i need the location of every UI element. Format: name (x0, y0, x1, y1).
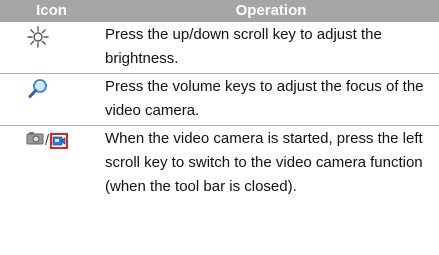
video-camera-icon (50, 132, 69, 149)
operation-text: When the video camera is started, press … (105, 130, 423, 195)
operation-text: Press the up/down scroll key to adjust t… (105, 26, 382, 67)
icon-cell: / (0, 126, 103, 255)
header-operation-column: Operation (235, 2, 307, 19)
table-row: Press the volume keys to adjust the focu… (0, 74, 439, 126)
camera-video-toggle-icon: / (26, 130, 103, 151)
table-header: Icon Operation (0, 0, 439, 22)
icon-separator: / (45, 131, 50, 149)
icon-cell (0, 74, 103, 125)
brightness-icon (27, 26, 49, 52)
operation-text: Press the volume keys to adjust the focu… (105, 78, 424, 119)
camera-icon (26, 130, 44, 151)
header-icon-column: Icon (36, 2, 67, 19)
table-row: Press the up/down scroll key to adjust t… (0, 22, 439, 74)
icon-cell (0, 22, 103, 73)
magnifier-icon (27, 79, 49, 104)
operations-table: Icon Operation Press the up/down scroll … (0, 0, 439, 255)
table-row: / When the video camera is started, pres… (0, 126, 439, 255)
